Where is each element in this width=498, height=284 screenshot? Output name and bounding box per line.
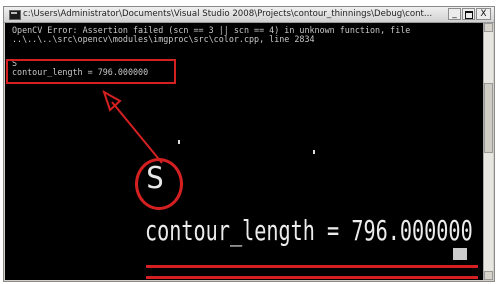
screen-speck (313, 150, 315, 154)
close-button[interactable]: X (476, 8, 491, 20)
vertical-scrollbar[interactable] (483, 23, 493, 280)
zoomed-contour-length: contour_length = 796.000000 (145, 214, 473, 247)
scroll-up-arrow[interactable] (484, 23, 493, 32)
screen-speck (178, 140, 180, 144)
red-underline (146, 265, 478, 268)
maximize-button[interactable] (462, 8, 475, 20)
red-underline (146, 276, 478, 279)
minimize-button[interactable]: _ (448, 8, 461, 20)
scroll-down-arrow[interactable] (484, 271, 493, 280)
console-line-file: ..\..\..\src\opencv\modules\imgproc\src\… (12, 34, 315, 44)
window-controls: _ X (448, 8, 491, 21)
title-bar[interactable]: c:\Users\Administrator\Documents\Visual … (4, 7, 494, 23)
console-cursor (453, 248, 467, 260)
highlight-box (6, 59, 176, 84)
console-app-icon (9, 10, 21, 20)
scroll-thumb[interactable] (484, 83, 493, 153)
window-title: c:\Users\Administrator\Documents\Visual … (23, 9, 433, 19)
s-circle-annotation (135, 158, 183, 210)
